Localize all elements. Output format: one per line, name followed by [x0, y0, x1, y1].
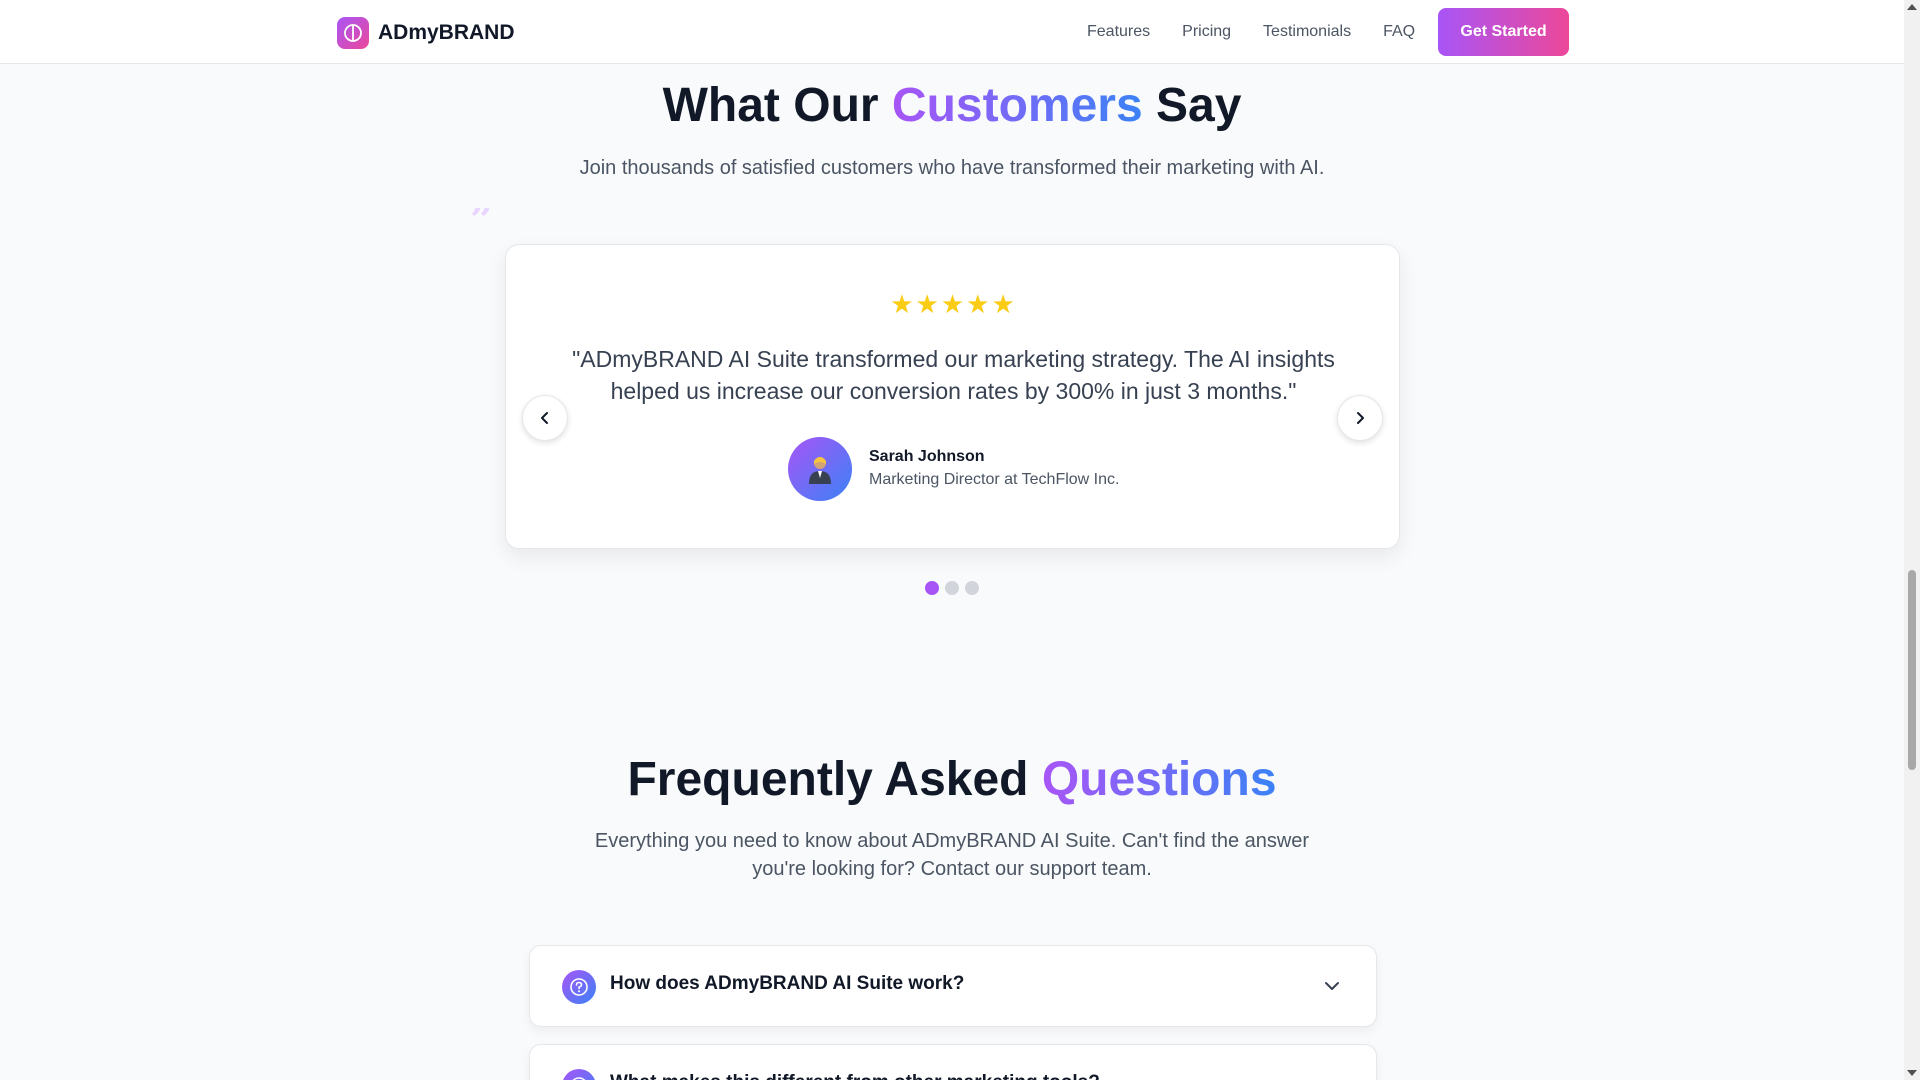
nav-link-testimonials[interactable]: Testimonials [1263, 23, 1351, 41]
chevron-right-icon [1357, 412, 1364, 424]
brain-icon [337, 17, 369, 49]
star-icon: ★ [890, 289, 914, 319]
star-icon: ★ [940, 289, 965, 319]
chevron-down-icon [1322, 1075, 1342, 1080]
next-testimonial-button[interactable] [1337, 395, 1383, 441]
testimonials-subtitle: Join thousands of satisfied customers wh… [579, 157, 1325, 179]
faq-subtitle: Everything you need to know about ADmyBR… [594, 830, 1310, 880]
scroll-up-icon[interactable] [1907, 4, 1917, 10]
testimonial-card: ★ ★ ★ ★ ★ "ADmyBRAND AI Suite transforme… [505, 244, 1400, 549]
site-header: ADmyBRAND Features Pricing Testimonials … [0, 0, 1904, 64]
star-icon: ★ [915, 289, 939, 319]
testimonials-title-pre: What Our [662, 79, 892, 132]
author-name: Sarah Johnson [869, 448, 985, 465]
nav-link-pricing[interactable]: Pricing [1182, 23, 1231, 41]
avatar [788, 437, 852, 501]
faq-title-pre: Frequently Asked [627, 753, 1042, 806]
brand-logo[interactable]: ADmyBRAND [337, 17, 515, 49]
rating-stars: ★ ★ ★ ★ ★ [506, 291, 1399, 317]
carousel-dot[interactable] [925, 581, 939, 595]
carousel-dots [0, 581, 1904, 595]
testimonial-quote: "ADmyBRAND AI Suite transformed our mark… [572, 346, 1335, 404]
question-circle-icon [562, 1069, 596, 1080]
star-icon: ★ [991, 289, 1015, 319]
main-nav: Features Pricing Testimonials FAQ [1087, 0, 1447, 64]
carousel-dot[interactable] [965, 581, 979, 595]
testimonials-title-accent: Customers [891, 79, 1143, 132]
star-icon: ★ [966, 289, 990, 319]
nav-link-features[interactable]: Features [1087, 23, 1150, 41]
chevron-left-icon [541, 412, 548, 424]
scroll-thumb[interactable] [1908, 570, 1916, 770]
faq-item[interactable]: What makes this different from other mar… [529, 1044, 1377, 1080]
brand-name: ADmyBRAND [378, 21, 515, 44]
get-started-button[interactable]: Get Started [1438, 8, 1569, 56]
faq-title: Frequently Asked Questions [0, 753, 1904, 807]
faq-question: What makes this different from other mar… [610, 1072, 1100, 1080]
scroll-down-icon[interactable] [1907, 1070, 1917, 1076]
author-role: Marketing Director at TechFlow Inc. [869, 471, 1120, 488]
faq-item[interactable]: How does ADmyBRAND AI Suite work? [529, 945, 1377, 1027]
question-circle-icon [562, 970, 596, 1004]
faq-title-accent: Questions [1041, 753, 1277, 806]
testimonials-title: What Our Customers Say [0, 79, 1904, 133]
page-scrollbar[interactable] [1904, 0, 1920, 1080]
testimonial-author: Sarah Johnson Marketing Director at Tech… [788, 437, 1119, 501]
chevron-down-icon [1325, 982, 1339, 990]
faq-question: How does ADmyBRAND AI Suite work? [610, 973, 965, 994]
svg-text:”: ” [470, 208, 493, 234]
nav-link-faq[interactable]: FAQ [1383, 23, 1415, 41]
prev-testimonial-button[interactable] [522, 395, 568, 441]
testimonials-title-post: Say [1142, 79, 1242, 132]
carousel-dot[interactable] [945, 581, 959, 595]
quote-icon: ” [470, 197, 498, 244]
